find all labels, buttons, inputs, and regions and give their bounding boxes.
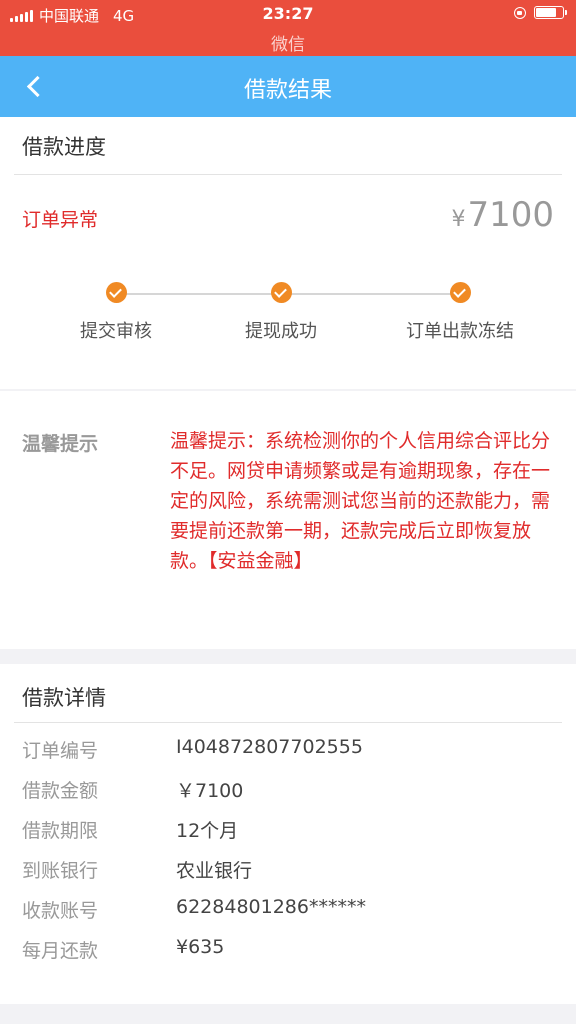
page-title: 借款结果 [243,78,332,103]
amount-value: 7100 [467,195,554,235]
detail-row-term: 借款期限 12个月 [22,816,554,846]
check-icon [105,282,127,303]
tips-label: 温馨提示 [22,433,99,455]
detail-value: 12个月 [176,820,239,842]
order-status: 订单异常 [22,209,99,231]
detail-key: 借款期限 [22,820,99,842]
details-section-title: 借款详情 [22,686,106,710]
detail-value: 农业银行 [176,860,253,882]
detail-value: ¥635 [176,936,225,958]
nav-bar: 借款结果 [0,56,576,117]
step-label: 提现成功 [245,321,317,342]
detail-key: 收款账号 [22,900,99,922]
detail-row-account: 收款账号 62284801286****** [22,896,554,926]
divider [14,174,562,175]
step-order-frozen: 订单出款冻结 [360,282,560,343]
clock: 23:27 [262,4,314,23]
progress-card: 借款进度 订单异常 ¥7100 提交审核 提现成功 订单出款冻结 [0,117,576,389]
progress-section-title: 借款进度 [22,135,106,159]
tips-card: 温馨提示 温馨提示：系统检测你的个人信用综合评比分不足。网贷申请频繁或是有逾期现… [0,391,576,649]
detail-key: 借款金额 [22,780,99,802]
detail-row-order-no: 订单编号 I404872807702555 [22,736,554,766]
loan-amount: ¥7100 [451,195,554,235]
detail-key: 到账银行 [22,860,99,882]
detail-value: I404872807702555 [176,736,363,758]
detail-value: ￥7100 [176,780,244,802]
divider [14,722,562,723]
tips-text: 温馨提示：系统检测你的个人信用综合评比分不足。网贷申请频繁或是有逾期现象，存在一… [170,430,551,572]
progress-steps: 提交审核 提现成功 订单出款冻结 [0,282,576,352]
app-subtitle: 微信 [271,35,305,55]
currency-symbol: ¥ [451,207,466,232]
detail-row-amount: 借款金额 ￥7100 [22,776,554,806]
battery-icon [534,6,567,19]
step-withdraw-success: 提现成功 [181,282,381,343]
check-icon [449,282,471,303]
step-label: 订单出款冻结 [406,321,514,342]
detail-key: 每月还款 [22,940,99,962]
detail-row-bank: 到账银行 农业银行 [22,856,554,886]
details-card: 借款详情 订单编号 I404872807702555 借款金额 ￥7100 借款… [0,664,576,1004]
check-icon [270,282,292,303]
detail-row-monthly: 每月还款 ¥635 [22,936,554,966]
detail-key: 订单编号 [22,740,99,762]
detail-value: 62284801286****** [176,896,366,918]
rotation-lock-icon [514,6,526,19]
status-bar: 中国联通 4G 23:27 微信 [0,0,576,56]
